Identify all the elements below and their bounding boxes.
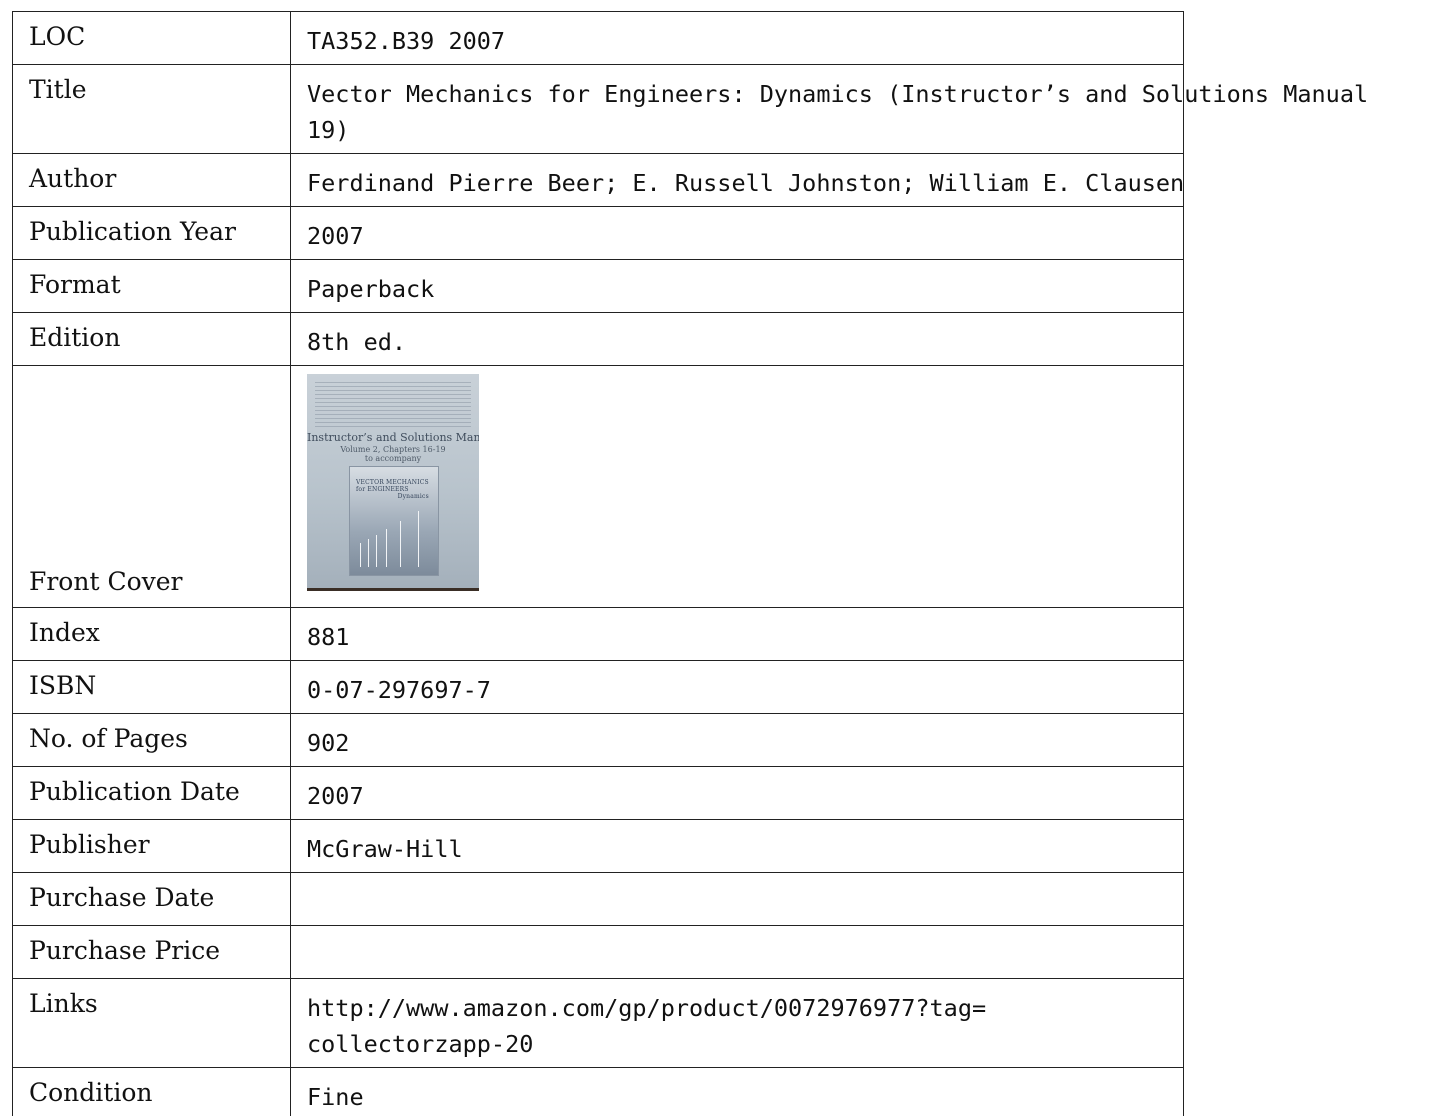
value-title: Vector Mechanics for Engineers: Dynamics…	[290, 64, 1369, 154]
value-title-line-2: 19)	[307, 116, 350, 144]
value-author: Ferdinand Pierre Beer; E. Russell Johnst…	[290, 153, 1184, 207]
label-purchase-date: Purchase Date	[12, 872, 291, 926]
row-publication-year: Publication Year 2007	[12, 206, 1184, 260]
turbine-2	[368, 539, 369, 567]
label-front-cover: Front Cover	[12, 365, 291, 608]
label-links: Links	[12, 978, 291, 1068]
cover-subheading-line-1: Volume 2, Chapters 16-19	[340, 445, 446, 454]
label-publication-year: Publication Year	[12, 206, 291, 260]
row-front-cover: Front Cover Instructor’s and Solutions M…	[12, 365, 1184, 608]
turbine-3	[376, 535, 377, 567]
turbine-1	[360, 543, 361, 567]
turbine-5	[400, 521, 401, 567]
value-links[interactable]: http://www.amazon.com/gp/product/0072976…	[290, 978, 1184, 1068]
turbine-6	[418, 511, 419, 567]
row-edition: Edition 8th ed.	[12, 312, 1184, 366]
value-publication-year: 2007	[290, 206, 1184, 260]
label-edition: Edition	[12, 312, 291, 366]
row-condition: Condition Fine	[12, 1067, 1184, 1116]
row-index: Index 881	[12, 607, 1184, 661]
value-no-of-pages: 902	[290, 713, 1184, 767]
label-isbn: ISBN	[12, 660, 291, 714]
row-purchase-date: Purchase Date	[12, 872, 1184, 926]
label-format: Format	[12, 259, 291, 313]
front-cover-image: Instructor’s and Solutions Manual Volume…	[307, 374, 479, 591]
label-condition: Condition	[12, 1067, 291, 1116]
label-publisher: Publisher	[12, 819, 291, 873]
cover-subheading-line-2: to accompany	[364, 454, 422, 463]
cover-inner-title-line-1: VECTOR MECHANICS	[356, 479, 429, 486]
cover-inner-title-line-2: for ENGINEERS	[356, 486, 409, 493]
label-no-of-pages: No. of Pages	[12, 713, 291, 767]
label-index: Index	[12, 607, 291, 661]
value-front-cover: Instructor’s and Solutions Manual Volume…	[290, 365, 1184, 608]
value-title-line-1: Vector Mechanics for Engineers: Dynamics…	[307, 80, 1369, 108]
value-publication-date: 2007	[290, 766, 1184, 820]
label-purchase-price: Purchase Price	[12, 925, 291, 979]
cover-fine-print	[315, 382, 471, 430]
label-loc: LOC	[12, 11, 291, 65]
value-condition: Fine	[290, 1067, 1184, 1116]
book-record-table: LOC TA352.B39 2007 Title Vector Mechanic…	[12, 11, 1369, 1116]
cover-subheading: Volume 2, Chapters 16-19 to accompany	[307, 445, 479, 463]
value-publisher: McGraw-Hill	[290, 819, 1184, 873]
row-links: Links http://www.amazon.com/gp/product/0…	[12, 978, 1184, 1068]
row-loc: LOC TA352.B39 2007	[12, 11, 1184, 65]
turbine-4	[386, 529, 387, 567]
value-purchase-price	[290, 925, 1184, 979]
cover-inner-book: VECTOR MECHANICS for ENGINEERS Dynamics	[349, 466, 439, 576]
value-loc: TA352.B39 2007	[290, 11, 1184, 65]
cover-inner-title: VECTOR MECHANICS for ENGINEERS Dynamics	[356, 479, 429, 500]
value-isbn: 0-07-297697-7	[290, 660, 1184, 714]
row-no-of-pages: No. of Pages 902	[12, 713, 1184, 767]
row-author: Author Ferdinand Pierre Beer; E. Russell…	[12, 153, 1184, 207]
value-index: 881	[290, 607, 1184, 661]
row-publisher: Publisher McGraw-Hill	[12, 819, 1184, 873]
row-purchase-price: Purchase Price	[12, 925, 1184, 979]
link-url-line-2[interactable]: collectorzapp-20	[307, 1026, 1183, 1062]
row-title: Title Vector Mechanics for Engineers: Dy…	[12, 64, 1369, 154]
row-format: Format Paperback	[12, 259, 1184, 313]
value-edition: 8th ed.	[290, 312, 1184, 366]
row-publication-date: Publication Date 2007	[12, 766, 1184, 820]
value-purchase-date	[290, 872, 1184, 926]
label-title: Title	[12, 64, 291, 154]
link-url-line-1[interactable]: http://www.amazon.com/gp/product/0072976…	[307, 990, 1183, 1026]
row-isbn: ISBN 0-07-297697-7	[12, 660, 1184, 714]
label-publication-date: Publication Date	[12, 766, 291, 820]
value-format: Paperback	[290, 259, 1184, 313]
label-author: Author	[12, 153, 291, 207]
cover-inner-title-line-3: Dynamics	[397, 493, 429, 500]
cover-heading: Instructor’s and Solutions Manual	[307, 431, 479, 444]
